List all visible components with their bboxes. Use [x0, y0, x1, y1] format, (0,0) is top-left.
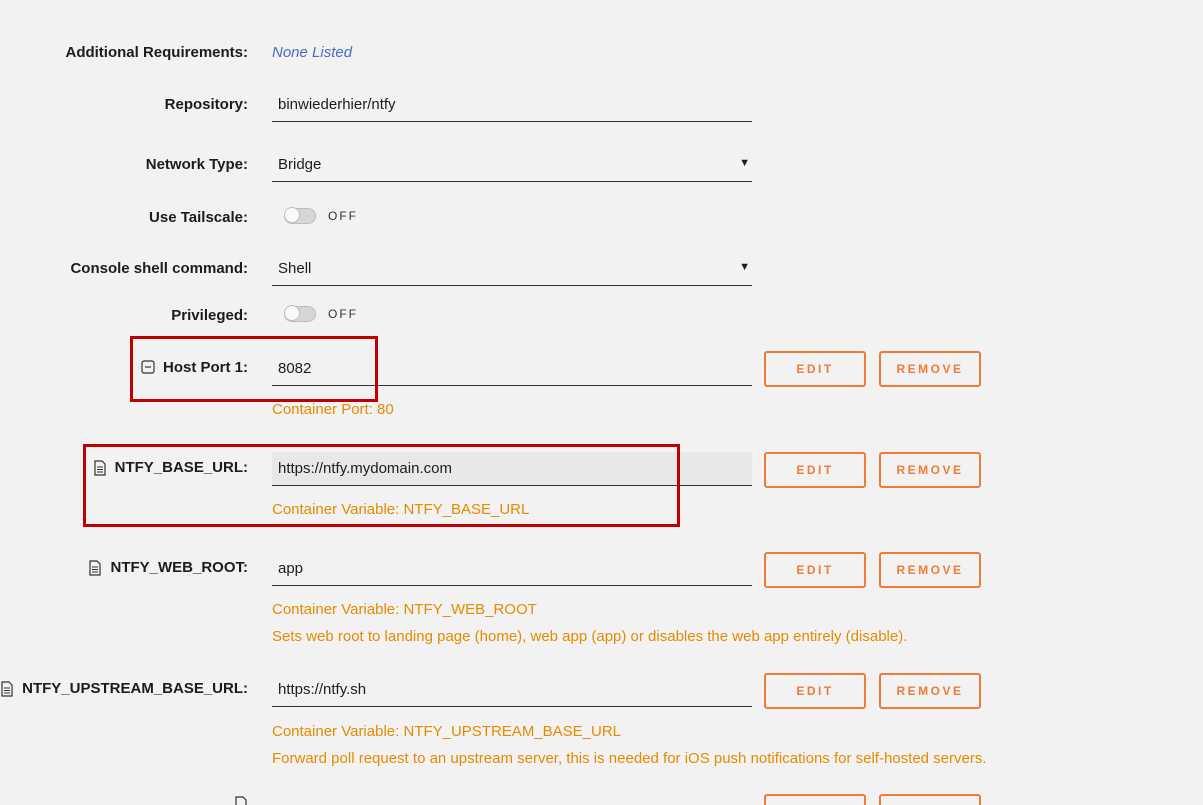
ntfy-upstream-remove-button[interactable]: REMOVE [879, 673, 981, 709]
ntfy-web-root-description: Sets web root to landing page (home), we… [272, 628, 908, 645]
document-icon [234, 796, 248, 805]
toggle-knob[interactable] [284, 207, 300, 223]
ntfy-base-url-edit-button[interactable]: EDIT [764, 452, 866, 488]
ntfy-upstream-base-url-label: NTFY_UPSTREAM_BASE_URL: [0, 680, 248, 697]
network-type-value: Bridge [278, 156, 322, 173]
host-port-remove-button[interactable]: REMOVE [879, 351, 981, 387]
network-type-label: Network Type: [145, 156, 248, 173]
document-icon [88, 559, 102, 576]
ntfy-web-root-help: Container Variable: NTFY_WEB_ROOT [272, 601, 537, 618]
ntfy-upstream-description: Forward poll request to an upstream serv… [272, 750, 987, 767]
minus-square-icon[interactable] [141, 359, 155, 376]
ntfy-upstream-help: Container Variable: NTFY_UPSTREAM_BASE_U… [272, 723, 622, 740]
ntfy-base-url-input[interactable] [272, 452, 752, 486]
toggle-track[interactable] [284, 207, 316, 224]
ntfy-web-root-remove-button[interactable]: REMOVE [879, 552, 981, 588]
console-shell-select[interactable]: Shell ▼ [272, 252, 752, 286]
toggle-state-text: OFF [328, 209, 358, 223]
ntfy-web-root-input[interactable] [272, 552, 752, 586]
toggle-track[interactable] [284, 305, 316, 322]
repository-input[interactable] [272, 88, 752, 122]
host-port-input[interactable] [272, 352, 752, 386]
network-type-select[interactable]: Bridge ▼ [272, 148, 752, 182]
next-row-label-partial [234, 796, 248, 805]
privileged-label: Privileged: [171, 307, 248, 324]
additional-requirements-label: Additional Requirements: [65, 44, 248, 61]
container-settings-form: Additional Requirements: None Listed Rep… [0, 0, 1203, 805]
host-port-help: Container Port: 80 [272, 401, 394, 418]
next-row-edit-button[interactable] [764, 794, 866, 805]
ntfy-upstream-base-url-input[interactable] [272, 673, 752, 707]
host-port-label: Host Port 1: [141, 359, 248, 376]
privileged-toggle[interactable]: OFF [284, 305, 358, 322]
ntfy-base-url-help: Container Variable: NTFY_BASE_URL [272, 501, 530, 518]
ntfy-base-url-label: NTFY_BASE_URL: [93, 459, 248, 476]
host-port-edit-button[interactable]: EDIT [764, 351, 866, 387]
next-row-remove-button[interactable] [879, 794, 981, 805]
ntfy-web-root-edit-button[interactable]: EDIT [764, 552, 866, 588]
console-shell-value: Shell [278, 260, 312, 277]
console-shell-label: Console shell command: [70, 260, 248, 277]
dropdown-arrow-icon: ▼ [739, 261, 750, 273]
ntfy-upstream-edit-button[interactable]: EDIT [764, 673, 866, 709]
repository-label: Repository: [164, 96, 248, 113]
dropdown-arrow-icon: ▼ [739, 157, 750, 169]
toggle-state-text: OFF [328, 307, 358, 321]
document-icon [93, 459, 107, 476]
additional-requirements-value: None Listed [272, 44, 353, 61]
ntfy-base-url-remove-button[interactable]: REMOVE [879, 452, 981, 488]
use-tailscale-label: Use Tailscale: [149, 209, 248, 226]
use-tailscale-toggle[interactable]: OFF [284, 207, 358, 224]
toggle-knob[interactable] [284, 305, 300, 321]
document-icon [0, 680, 14, 697]
ntfy-web-root-label: NTFY_WEB_ROOT: [88, 559, 248, 576]
